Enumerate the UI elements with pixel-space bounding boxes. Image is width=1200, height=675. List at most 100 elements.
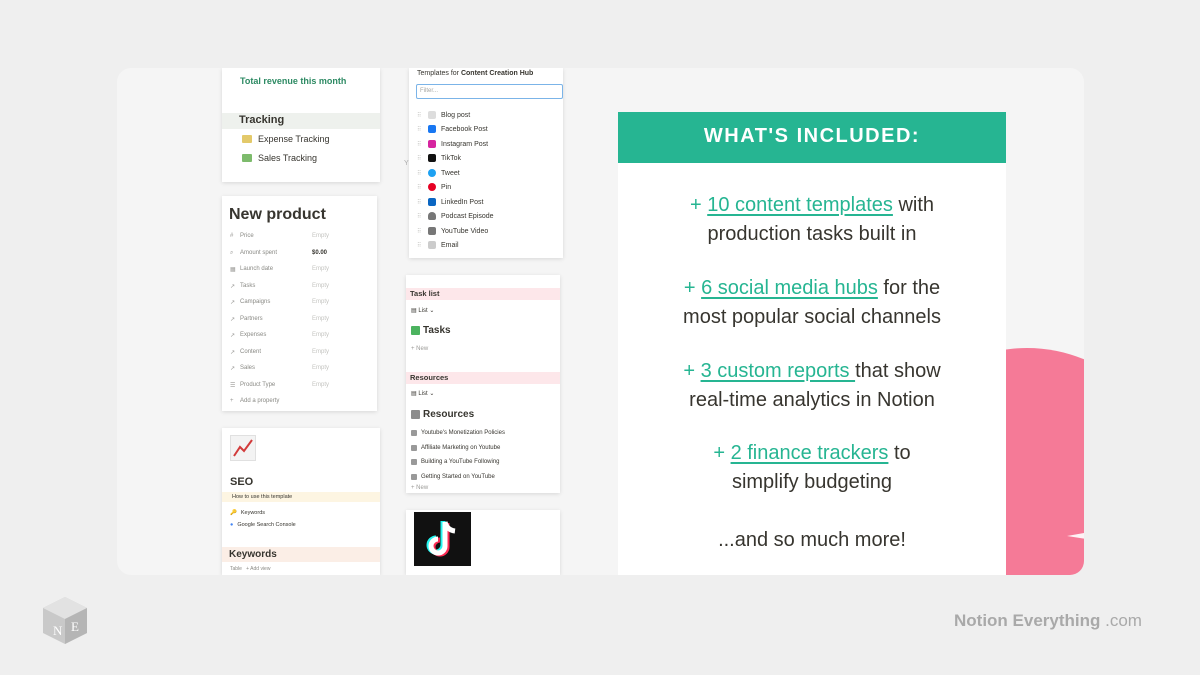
property-row[interactable]: ↗ Expenses Empty [230, 332, 370, 339]
relation-icon: ↗ [230, 350, 236, 356]
template-item[interactable]: ⠿ Podcast Episode [417, 212, 494, 220]
task-list-bar: Task list [406, 288, 560, 300]
add-property-button[interactable]: + Add a property [230, 398, 370, 404]
drag-handle-icon[interactable]: ⠿ [417, 155, 423, 162]
template-item[interactable]: ⠿ Pin [417, 183, 451, 191]
drag-handle-icon[interactable]: ⠿ [417, 170, 423, 177]
drag-handle-icon[interactable]: ⠿ [417, 184, 423, 191]
whats-included-heading: WHAT'S INCLUDED: [618, 112, 1006, 163]
microphone-icon [428, 212, 436, 220]
property-row[interactable]: ↗ Campaigns Empty [230, 299, 370, 306]
google-search-console-link[interactable]: ● Google Search Console [230, 522, 296, 528]
chart-up-icon [230, 435, 256, 461]
page-icon [411, 445, 417, 451]
content-templates-link[interactable]: 10 content templates [707, 194, 893, 216]
drag-handle-icon[interactable]: ⠿ [417, 228, 423, 235]
template-item[interactable]: ⠿ YouTube Video [417, 227, 488, 235]
keywords-link[interactable]: 🔑 Keywords [230, 510, 265, 516]
key-icon: 🔑 [230, 510, 237, 516]
finance-panel: Total revenue this month Tracking Expens… [222, 68, 380, 182]
page-icon [411, 430, 417, 436]
tiktok-icon [428, 154, 436, 162]
checkbox-icon [411, 326, 420, 335]
property-row[interactable]: ⌕ Amount spent $0.00 [230, 250, 370, 257]
template-item[interactable]: ⠿ Instagram Post [417, 140, 488, 148]
social-media-hubs-link[interactable]: 6 social media hubs [701, 277, 878, 299]
property-row[interactable]: ▦ Launch date Empty [230, 266, 370, 273]
template-item[interactable]: ⠿ Facebook Post [417, 125, 488, 133]
twitter-icon [428, 169, 436, 177]
page-icon [411, 474, 417, 480]
filter-input[interactable]: Filter... [416, 84, 563, 99]
instagram-icon [428, 140, 436, 148]
cash-icon [242, 154, 252, 162]
resources-bar: Resources [406, 372, 560, 384]
new-product-panel: New product # Price Empty ⌕ Amount spent $0.… [222, 196, 377, 411]
seo-title: SEO [230, 476, 254, 488]
list-icon: ☰ [230, 383, 236, 389]
howto-toggle[interactable]: How to use this template [222, 492, 380, 502]
seo-panel: SEO How to use this template 🔑 Keywords ●… [222, 428, 380, 575]
property-row[interactable]: ↗ Sales Empty [230, 365, 370, 372]
expense-tracking-link[interactable]: Expense Tracking [242, 134, 330, 144]
tiktok-logo-icon [414, 512, 471, 566]
drag-handle-icon[interactable]: ⠿ [417, 112, 423, 119]
new-resource-button[interactable]: + New [411, 485, 428, 491]
included-item: + 6 social media hubs for the most popul… [683, 277, 941, 328]
page-icon [411, 459, 417, 465]
relation-icon: ↗ [230, 366, 236, 372]
property-row[interactable]: ↗ Tasks Empty [230, 283, 370, 290]
included-item: + 10 content templates with production t… [689, 194, 935, 245]
calendar-icon: ▦ [230, 267, 236, 273]
template-item[interactable]: ⠿ LinkedIn Post [417, 198, 483, 206]
new-task-button[interactable]: + New [411, 346, 428, 352]
logo-letter-e: E [71, 619, 79, 634]
logo-letter-n: N [53, 623, 63, 638]
hash-icon: # [230, 233, 234, 239]
tiktok-cover-panel [406, 510, 560, 575]
list-view-selector[interactable]: ▤ List ⌄ [411, 307, 434, 314]
finance-trackers-link[interactable]: 2 finance trackers [731, 442, 889, 464]
relation-icon: ↗ [230, 300, 236, 306]
table-view-tab[interactable]: Table + Add view [230, 566, 270, 572]
resource-item[interactable]: Affiliate Marketing on Youtube [411, 445, 500, 451]
drag-handle-icon[interactable]: ⠿ [417, 213, 423, 220]
drag-handle-icon[interactable]: ⠿ [417, 126, 423, 133]
globe-icon: ● [230, 522, 234, 528]
template-item[interactable]: ⠿ TikTok [417, 154, 461, 162]
facebook-icon [428, 125, 436, 133]
notion-everything-logo-icon: N E [41, 595, 89, 645]
list-view-selector[interactable]: ▤ List ⌄ [411, 390, 434, 397]
templates-dropdown: Templates for Content Creation Hub Filte… [409, 68, 563, 258]
resource-item[interactable]: Youtube's Monetization Policies [411, 430, 505, 436]
relation-icon: ↗ [230, 333, 236, 339]
drag-handle-icon[interactable]: ⠿ [417, 242, 423, 249]
resources-heading: Resources [411, 409, 474, 420]
email-icon [428, 241, 436, 249]
included-item: + 2 finance trackers to simplify budgeti… [713, 442, 911, 493]
preview-card: Total revenue this month Tracking Expens… [117, 68, 1084, 575]
resource-item[interactable]: Getting Started on YouTube [411, 474, 495, 480]
custom-reports-link[interactable]: 3 custom reports [701, 360, 856, 382]
sales-tracking-link[interactable]: Sales Tracking [242, 153, 317, 163]
video-icon [428, 227, 436, 235]
property-row[interactable]: ↗ Partners Empty [230, 316, 370, 323]
so-much-more-text: ...and so much more! [718, 529, 906, 551]
drag-handle-icon[interactable]: ⠿ [417, 141, 423, 148]
whats-included-card: WHAT'S INCLUDED: + 10 content templates … [618, 112, 1006, 575]
property-row[interactable]: # Price Empty [230, 233, 370, 239]
property-row[interactable]: ☰ Product Type Empty [230, 382, 370, 389]
drag-handle-icon[interactable]: ⠿ [417, 199, 423, 206]
document-icon [428, 111, 436, 119]
add-view-button[interactable]: + Add view [246, 566, 270, 572]
pinterest-icon [428, 183, 436, 191]
property-row[interactable]: ↗ Content Empty [230, 349, 370, 356]
page-title: New product [229, 206, 326, 223]
tasks-heading: Tasks [411, 325, 451, 336]
brand-wordmark: Notion Everything .com [954, 611, 1142, 630]
resource-item[interactable]: Building a YouTube Following [411, 459, 500, 465]
template-item[interactable]: ⠿ Blog post [417, 111, 470, 119]
keywords-heading: Keywords [222, 547, 380, 562]
template-item[interactable]: ⠿ Tweet [417, 169, 460, 177]
template-item[interactable]: ⠿ Email [417, 241, 459, 249]
